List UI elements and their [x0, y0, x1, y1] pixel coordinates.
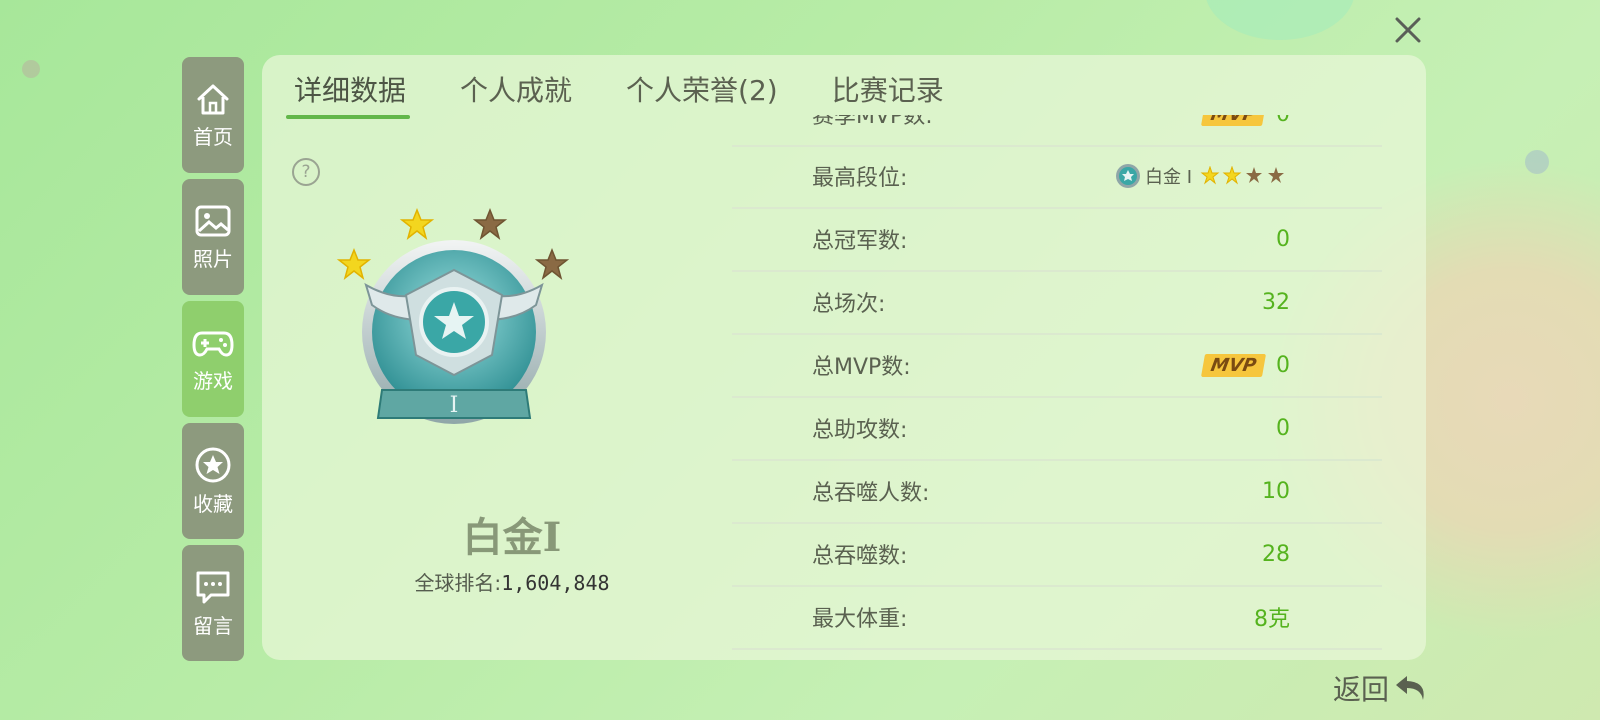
stat-row: 总吞噬人数: 10 — [732, 460, 1382, 524]
stat-value: 8克 — [1254, 607, 1290, 632]
gamepad-icon — [192, 331, 234, 357]
stat-value: 0 — [1276, 415, 1290, 441]
nav-item-favorites[interactable]: 收藏 — [182, 423, 244, 539]
stat-label: 总助攻数: — [812, 418, 908, 443]
stat-value: 28 — [1262, 541, 1290, 567]
close-icon — [1395, 17, 1421, 43]
nav-label: 收藏 — [193, 491, 233, 516]
tab-achievements[interactable]: 个人成就 — [452, 69, 576, 119]
mvp-badge: MVP — [1200, 115, 1267, 126]
profile-panel: 详细数据 个人成就 个人荣誉(2) 比赛记录 ? Ⅰ 白金Ⅰ 全球排名:1,60… — [262, 55, 1426, 660]
star-collect-icon — [195, 447, 231, 482]
photo-icon — [195, 205, 231, 236]
stat-value: MVP0 — [1200, 115, 1290, 127]
stat-label: 最高段位: — [812, 166, 908, 191]
message-icon — [196, 571, 230, 603]
nav-label: 游戏 — [193, 368, 233, 393]
badge-numeral: Ⅰ — [450, 393, 459, 418]
stat-value: 32 — [1262, 289, 1290, 315]
global-ranking-value: 1,604,848 — [501, 571, 610, 595]
stat-label: 总场次: — [812, 292, 886, 317]
back-button[interactable]: 返回 — [1333, 668, 1433, 708]
global-ranking: 全球排名:1,604,848 — [332, 567, 692, 596]
global-ranking-label: 全球排名: — [414, 571, 502, 595]
nav-item-photos[interactable]: 照片 — [182, 179, 244, 295]
nav-item-games[interactable]: 游戏 — [182, 301, 244, 417]
home-icon — [197, 84, 229, 114]
side-nav: 首页 照片 游戏 收藏 留言 — [182, 57, 244, 667]
background-bubble — [1205, 0, 1355, 40]
stat-row: 总场次: 32 — [732, 271, 1382, 335]
mini-rank-badge-icon — [1115, 164, 1140, 188]
rank-title: 白金Ⅰ — [462, 514, 562, 561]
rank-star-empty — [472, 207, 508, 240]
stat-row: 总助攻数: 0 — [732, 397, 1382, 461]
stat-row-total-mvp: 总MVP数: MVP 0 — [732, 334, 1382, 398]
nav-item-messages[interactable]: 留言 — [182, 545, 244, 661]
mini-rank: 白金 Ⅰ — [1115, 163, 1290, 189]
tab-honors[interactable]: 个人荣誉(2) — [618, 69, 782, 119]
background-bubble — [1525, 150, 1549, 174]
platinum-rank-badge: Ⅰ — [362, 240, 546, 424]
stat-label: 总吞噬数: — [812, 544, 908, 569]
nav-item-home[interactable]: 首页 — [182, 57, 244, 173]
stat-value: 10 — [1262, 478, 1290, 504]
back-arrow-icon — [1396, 676, 1424, 700]
stat-label: 总吞噬人数: — [812, 481, 930, 506]
background-bubble — [22, 60, 40, 78]
mini-rank-label: 白金 Ⅰ — [1144, 167, 1192, 188]
mvp-badge: MVP — [1200, 353, 1267, 377]
stat-label: 最大体重: — [812, 607, 908, 632]
stat-row-season-mvp: 赛季MVP数: MVP0 — [732, 115, 1382, 147]
stat-row: 最大体重: 8克 — [732, 586, 1382, 650]
back-label: 返回 — [1333, 673, 1390, 706]
mini-rank-stars — [1200, 166, 1284, 185]
nav-label: 照片 — [193, 246, 233, 271]
stat-label: 总冠军数: — [812, 229, 908, 254]
close-button[interactable] — [1388, 10, 1428, 50]
nav-label: 留言 — [193, 613, 233, 638]
stat-row: 总冠军数: 0 — [732, 208, 1382, 272]
stat-value: 0 — [1276, 226, 1290, 252]
stat-label: 赛季MVP数: — [812, 115, 933, 129]
stat-value: 白金 Ⅰ — [1115, 163, 1290, 189]
stat-value: MVP0 — [1200, 353, 1290, 378]
nav-label: 首页 — [193, 124, 233, 149]
rank-star-filled — [399, 207, 435, 240]
stat-row-highest-rank: 最高段位: 白金 Ⅰ — [732, 145, 1382, 209]
help-icon[interactable]: ? — [292, 158, 320, 186]
tab-detail-data[interactable]: 详细数据 — [286, 69, 411, 119]
stat-label: 总MVP数: — [812, 355, 911, 380]
tab-bar: 详细数据 个人成就 个人荣誉(2) 比赛记录 — [286, 69, 990, 119]
stats-list[interactable]: 赛季MVP数: MVP0 最高段位: 白金 Ⅰ — [732, 115, 1382, 660]
stat-row: 总吞噬数: 28 — [732, 523, 1382, 587]
tab-match-records[interactable]: 比赛记录 — [824, 69, 948, 119]
